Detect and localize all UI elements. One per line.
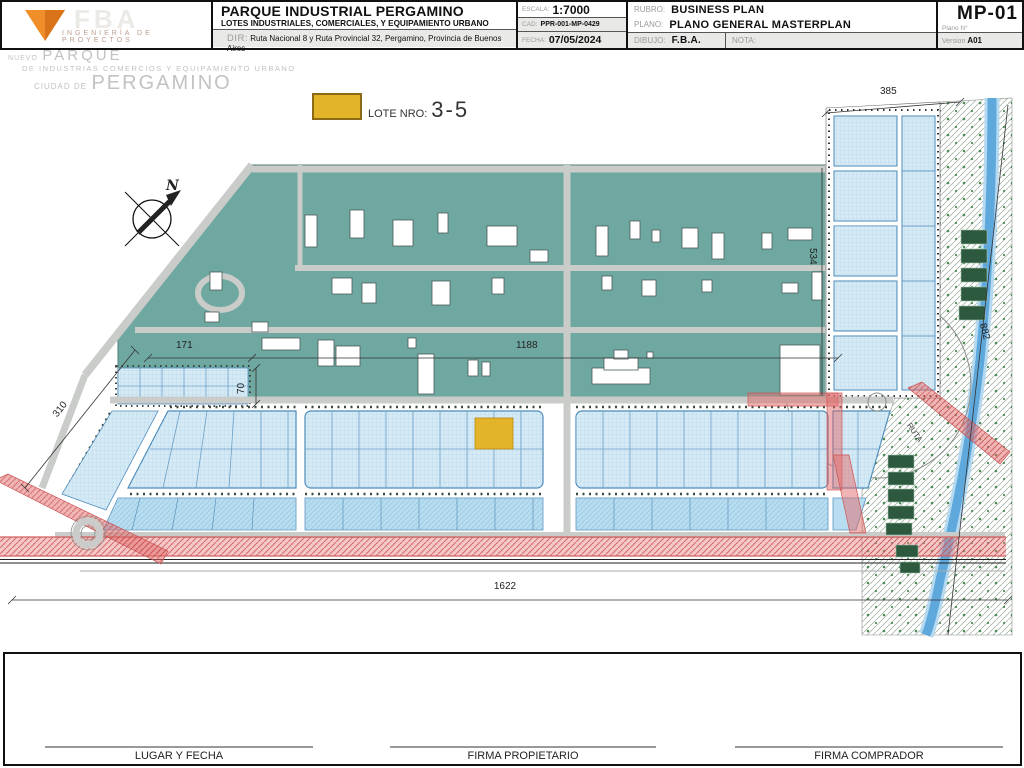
dir-label: DIR: — [227, 33, 248, 44]
dibujo-label: DIBUJO: — [634, 36, 666, 45]
lot-band-upper — [128, 411, 890, 488]
masterplan-drawing — [0, 50, 1024, 650]
meta-cell: ESCALA: 1:7000 CAD: PPR-001-MP-0429 FECH… — [518, 2, 628, 48]
fecha-row: FECHA: 07/05/2024 — [518, 32, 626, 48]
plano-row: PLANO: PLANO GENERAL MASTERPLAN — [628, 17, 936, 32]
project-title: PARQUE INDUSTRIAL PERGAMINO — [213, 2, 516, 19]
project-cell: PARQUE INDUSTRIAL PERGAMINO LOTES INDUST… — [213, 2, 518, 48]
sheet-cell: MP-01 Plano N° Version A01 — [938, 2, 1022, 48]
rubro-row: RUBRO: BUSINESS PLAN — [628, 2, 936, 17]
comprador-label: FIRMA COMPRADOR — [735, 750, 1003, 762]
nota-label: NOTA: — [732, 36, 756, 45]
info-cell: RUBRO: BUSINESS PLAN PLANO: PLANO GENERA… — [628, 2, 938, 48]
escala-row: ESCALA: 1:7000 — [518, 2, 626, 18]
dim-534: 534 — [807, 248, 818, 265]
propietario-label: FIRMA PROPIETARIO — [390, 750, 656, 762]
escala-label: ESCALA: — [522, 6, 549, 13]
title-block: FBA INGENIERÍA DE PROYECTOS PARQUE INDUS… — [0, 0, 1024, 50]
sheet-version-row: Version A01 — [938, 33, 1022, 48]
dim-1188: 1188 — [516, 340, 538, 351]
plano-value: PLANO GENERAL MASTERPLAN — [669, 19, 851, 31]
highlighted-lot-3-5 — [475, 418, 513, 449]
logo-tagline: INGENIERÍA DE PROYECTOS — [62, 30, 211, 44]
lugar-line — [45, 746, 313, 748]
north-label: N — [166, 178, 179, 194]
version-label: Version — [942, 38, 965, 45]
project-subtitle: LOTES INDUSTRIALES, COMERCIALES, Y EQUIP… — [213, 19, 516, 30]
rubro-label: RUBRO: — [634, 5, 665, 14]
dibujo-cell: DIBUJO: F.B.A. — [628, 33, 726, 48]
comprador-line — [735, 746, 1003, 748]
company-logo-icon — [24, 8, 66, 44]
lot-band-lower — [103, 498, 866, 530]
top-right-lot-block — [826, 102, 940, 398]
lugar-label: LUGAR Y FECHA — [45, 750, 313, 762]
sheet-number-label: Plano N° — [938, 25, 1022, 33]
cad-value: PPR-001-MP-0429 — [541, 21, 600, 28]
cad-row: CAD: PPR-001-MP-0429 — [518, 18, 626, 32]
dim-1622: 1622 — [470, 581, 540, 592]
fecha-value: 07/05/2024 — [549, 34, 602, 46]
dim-171: 171 — [176, 340, 193, 351]
propietario-line — [390, 746, 656, 748]
signature-box — [3, 652, 1022, 766]
dim-385: 385 — [880, 86, 897, 97]
project-address-row: DIR: Ruta Nacional 8 y Ruta Provincial 3… — [213, 30, 516, 47]
logo-cell: FBA INGENIERÍA DE PROYECTOS — [2, 2, 213, 48]
cad-label: CAD: — [522, 21, 538, 28]
escala-value: 1:7000 — [552, 3, 589, 17]
dibujo-value: F.B.A. — [672, 35, 702, 46]
nota-cell: NOTA: — [726, 33, 762, 48]
rubro-value: BUSINESS PLAN — [671, 4, 764, 16]
fecha-label: FECHA: — [522, 37, 546, 44]
dim-70: 70 — [236, 383, 247, 394]
sheet-number: MP-01 — [938, 2, 1022, 25]
version-value: A01 — [967, 36, 982, 45]
dibujo-nota-row: DIBUJO: F.B.A. NOTA: — [628, 32, 936, 48]
north-compass-icon — [125, 190, 181, 246]
plano-label: PLANO: — [634, 20, 663, 29]
